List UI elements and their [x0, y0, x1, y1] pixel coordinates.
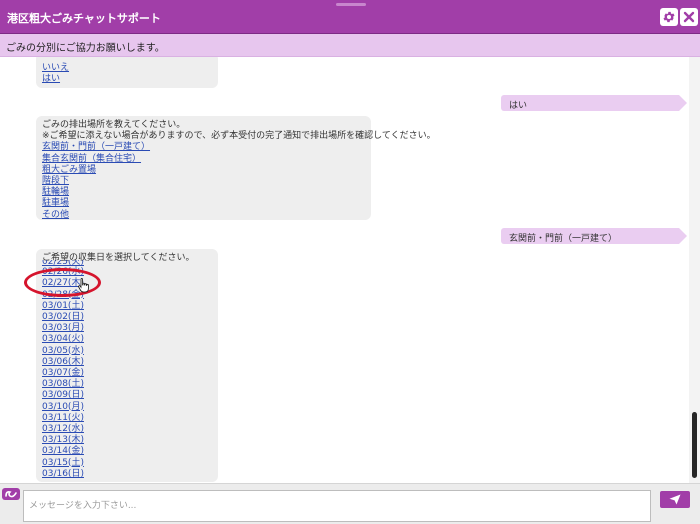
date-option[interactable]: 03/11(火) — [42, 413, 212, 424]
location-option[interactable]: 集合玄関前（集合住宅） — [42, 154, 365, 165]
brand-logo-icon — [2, 488, 20, 500]
date-option[interactable]: 03/16(日) — [42, 469, 212, 480]
gear-icon — [663, 11, 675, 23]
message-input[interactable] — [23, 490, 651, 522]
user-message-text: はい — [509, 101, 528, 111]
message-line: ※ご希望に添えない場合がありますので、必ず本受付の完了通知で排出場所を確認してく… — [42, 131, 436, 142]
option-no[interactable]: いいえ — [42, 63, 212, 74]
date-option[interactable]: 03/14(金) — [42, 446, 212, 457]
send-icon — [669, 494, 681, 505]
hand-cursor-icon — [78, 278, 89, 293]
date-option[interactable]: 03/06(木) — [42, 357, 212, 368]
date-option[interactable]: 03/02(日) — [42, 312, 212, 323]
user-message-text: 玄関前・門前（一戸建て） — [509, 234, 618, 244]
close-button[interactable] — [680, 8, 698, 26]
date-option[interactable]: 03/15(土) — [42, 458, 212, 469]
location-option[interactable]: 階段下 — [42, 176, 365, 187]
input-footer — [0, 483, 700, 524]
date-option[interactable]: 03/07(金) — [42, 368, 212, 379]
date-option[interactable]: 03/09(日) — [42, 390, 212, 401]
close-icon — [683, 11, 695, 23]
date-option[interactable]: 03/12(水) — [42, 424, 212, 435]
send-button[interactable] — [660, 491, 690, 508]
location-option[interactable]: 駐輪場 — [42, 187, 365, 198]
user-message-yes: はい — [501, 95, 687, 111]
notice-text: ごみの分別にご協力お願いします。 — [6, 43, 165, 54]
app-header: 港区粗大ごみチャットサポート — [0, 0, 700, 34]
chat-log[interactable]: いいえ はい はい ごみの排出場所を教えてください。 ※ご希望に添えない場合があ… — [0, 57, 689, 483]
location-option[interactable]: 粗大ごみ置場 — [42, 165, 365, 176]
message-line: ごみの排出場所を教えてください。 — [42, 120, 186, 130]
location-option[interactable]: 玄関前・門前（一戸建て） — [42, 142, 365, 153]
option-yes[interactable]: はい — [42, 74, 212, 85]
date-option[interactable]: 03/10(月) — [42, 402, 212, 413]
bot-message-yes-no: いいえ はい — [36, 57, 218, 88]
date-option[interactable]: 03/01(土) — [42, 301, 212, 312]
scrollbar-thumb[interactable] — [692, 412, 697, 478]
date-option[interactable]: 03/03(月) — [42, 323, 212, 334]
notice-bar: ごみの分別にご協力お願いします。 — [0, 34, 700, 57]
location-option[interactable]: 駐車場 — [42, 198, 365, 209]
user-message-location: 玄関前・門前（一戸建て） — [501, 228, 687, 244]
date-option[interactable]: 03/05(水) — [42, 346, 212, 357]
app-title: 港区粗大ごみチャットサポート — [7, 12, 161, 25]
bot-message-location: ごみの排出場所を教えてください。 ※ご希望に添えない場合がありますので、必ず本受… — [36, 116, 436, 221]
location-option[interactable]: その他 — [42, 210, 365, 221]
drag-handle[interactable] — [336, 3, 366, 6]
date-option[interactable]: 03/08(土) — [42, 379, 212, 390]
settings-button[interactable] — [660, 8, 678, 26]
date-option[interactable]: 03/04(火) — [42, 334, 212, 345]
chat-scrollbar[interactable] — [689, 57, 700, 483]
date-option[interactable]: 03/13(木) — [42, 435, 212, 446]
